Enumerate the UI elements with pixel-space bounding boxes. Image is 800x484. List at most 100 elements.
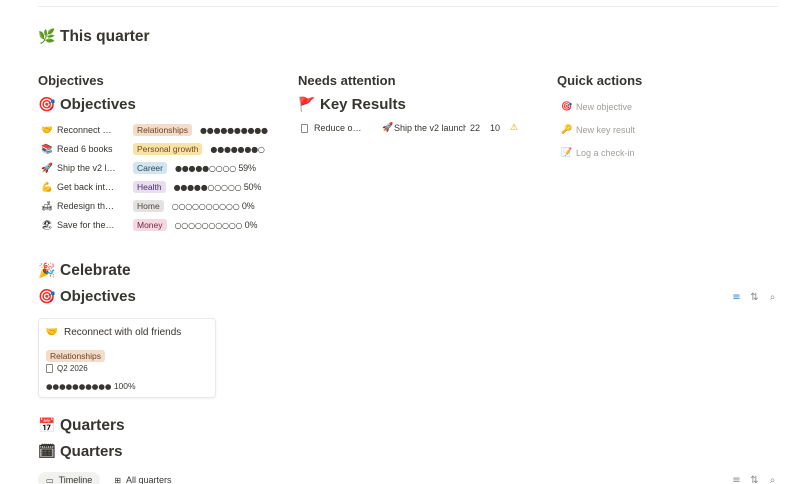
quarters-db-title[interactable]: 🗓 Quarters	[38, 443, 123, 460]
quarters-toolbar: ≡ ⇅ ⌕	[732, 475, 777, 484]
kr-target: 10	[490, 123, 501, 133]
objective-tag: Career	[133, 162, 167, 174]
progress-dots: ○○○○○○○○○○	[174, 221, 243, 230]
progress-dots: ●●●●●●●●●●	[200, 126, 268, 135]
objective-progress: ●●●●●●●●●●	[200, 125, 268, 135]
warning-icon: ⚠	[509, 123, 519, 133]
tab-all-quarters[interactable]: ⊞ All quarters	[106, 472, 179, 484]
quick-action-new-key-result[interactable]: 🔑 New key result	[561, 125, 635, 135]
memo-icon: 📝	[561, 148, 573, 158]
objective-title: Ship the v2 launch	[57, 163, 117, 173]
quick-action-label: New objective	[576, 102, 633, 112]
seedling-icon: 🌿	[38, 29, 56, 45]
progress-dots: ●●●●●●●○	[210, 145, 265, 154]
objectives-db-title[interactable]: 🎯 Objectives	[38, 96, 136, 113]
objective-title: Save for the trip	[57, 220, 117, 230]
objective-row[interactable]: 💪 Get back into running Health ●●●●●○○○○○ 5…	[41, 179, 261, 195]
progress-pct: 0%	[244, 220, 258, 230]
calendar-icon: 📅	[38, 418, 56, 434]
heading-text: Celebrate	[60, 262, 131, 279]
kr-objective: Ship the v2 launch	[394, 123, 466, 133]
handshake-icon: 🤝	[45, 327, 59, 338]
objective-progress: ○○○○○○○○○○ 0%	[175, 220, 258, 230]
heading-text: This quarter	[60, 28, 150, 45]
key-result-row[interactable]: Reduce onboarding time 🚀 Ship the v2 lau…	[301, 123, 520, 133]
quick-action-log-check-in[interactable]: 📝 Log a check-in	[561, 148, 635, 158]
flag-icon: 🚩	[298, 96, 316, 113]
heading-text: Quarters	[60, 417, 125, 434]
sort-icon[interactable]: ⇅	[750, 475, 759, 484]
objective-title: Get back into running	[57, 182, 117, 192]
card-progress: ●●●●●●●●●● 100%	[46, 381, 136, 391]
celebrate-db-title[interactable]: 🎯 Objectives	[38, 288, 136, 305]
progress-pct: 50%	[243, 182, 262, 192]
heading-this-quarter: 🌿 This quarter	[38, 28, 150, 46]
view-tabs: ▭ Timeline ⊞ All quarters	[38, 472, 179, 484]
tab-label: Timeline	[58, 475, 93, 484]
objective-emoji-icon: 🤝	[41, 124, 53, 136]
card-title: 🤝 Reconnect with old friends	[45, 327, 182, 338]
objective-row[interactable]: 🛋Redesign the living room Home ○○○○○○○○○○ …	[41, 198, 255, 214]
quick-action-new-objective[interactable]: 🎯 New objective	[561, 102, 632, 112]
progress-dots: ●●●●●○○○○○	[173, 183, 242, 192]
progress-pct: 59%	[238, 163, 256, 173]
objective-emoji-icon: 🛋	[41, 200, 54, 212]
sort-icon[interactable]: ⇅	[750, 292, 759, 303]
objective-tag: Relationships	[133, 124, 193, 136]
target-icon: 🎯	[561, 102, 573, 112]
target-icon: 🎯	[38, 96, 56, 113]
table-icon: ⊞	[114, 475, 121, 484]
column-heading-objectives: Objectives	[38, 73, 104, 88]
filter-icon[interactable]: ≡	[732, 475, 741, 484]
kr-current: 22	[470, 123, 481, 133]
progress-dots: ○○○○○○○○○○	[171, 202, 240, 211]
kr-title: Reduce onboarding time	[314, 123, 364, 133]
column-heading-needs-attention: Needs attention	[298, 73, 396, 88]
objective-title: Redesign the living room	[57, 201, 117, 211]
tab-timeline[interactable]: ▭ Timeline	[38, 472, 101, 484]
timeline-icon: ▭	[46, 475, 54, 484]
db-title-text: Objectives	[60, 288, 136, 305]
quick-action-label: New key result	[576, 125, 636, 135]
objective-card[interactable]: 🤝 Reconnect with old friends Relationshi…	[38, 318, 216, 398]
calendar-spiral-icon: 🗓	[38, 443, 56, 460]
objective-row[interactable]: 📚 Read 6 books Personal growth ●●●●●●●○	[41, 141, 265, 157]
objective-emoji-icon: 💪	[41, 181, 53, 193]
db-title-text: Objectives	[60, 96, 136, 113]
card-title-text: Reconnect with old friends	[64, 327, 182, 338]
card-tag: Relationships	[46, 350, 106, 362]
objective-tag: Money	[133, 219, 167, 231]
tab-label: All quarters	[125, 475, 172, 484]
heading-quarters: 📅 Quarters	[38, 417, 125, 435]
objective-progress: ●●●●●○○○○○ 50%	[174, 182, 262, 192]
objective-title: Reconnect with old friends	[57, 125, 117, 135]
column-heading-quick-actions: Quick actions	[557, 73, 643, 88]
objective-tag: Health	[133, 181, 166, 193]
card-progress-dots: ●●●●●●●●●●	[46, 382, 112, 391]
objective-emoji-icon: 📚	[41, 143, 53, 155]
search-icon[interactable]: ⌕	[768, 475, 777, 484]
card-tag-wrap: Relationships	[46, 346, 106, 364]
search-icon[interactable]: ⌕	[768, 292, 777, 303]
objective-tag: Home	[133, 200, 164, 212]
progress-dots: ●●●●●○○○○	[174, 164, 237, 173]
objective-row[interactable]: 🏖 Save for the trip Money ○○○○○○○○○○ 0%	[41, 217, 257, 233]
objective-progress: ●●●●●○○○○ 59%	[175, 163, 256, 173]
rocket-icon: 🚀	[382, 123, 394, 133]
objective-progress: ○○○○○○○○○○ 0%	[172, 201, 255, 211]
page-icon	[46, 364, 53, 373]
objective-emoji-icon: 🏖	[41, 219, 54, 231]
top-divider	[38, 6, 778, 7]
objective-row[interactable]: 🚀 Ship the v2 launch Career ●●●●●○○○○ 59%	[41, 160, 256, 176]
db-title-text: Quarters	[60, 443, 123, 460]
filter-icon[interactable]: ≡	[732, 292, 741, 303]
objective-tag: Personal growth	[133, 143, 203, 155]
objective-title: Read 6 books	[57, 144, 113, 154]
objective-row[interactable]: 🤝 Reconnect with old friends Relationships…	[41, 122, 268, 138]
party-popper-icon: 🎉	[38, 263, 56, 279]
page-icon	[301, 123, 308, 133]
quick-action-label: Log a check-in	[576, 148, 635, 158]
card-quarter: Q2 2026	[46, 364, 88, 373]
target-icon: 🎯	[38, 288, 56, 305]
key-results-db-title[interactable]: 🚩 Key Results	[298, 96, 406, 113]
